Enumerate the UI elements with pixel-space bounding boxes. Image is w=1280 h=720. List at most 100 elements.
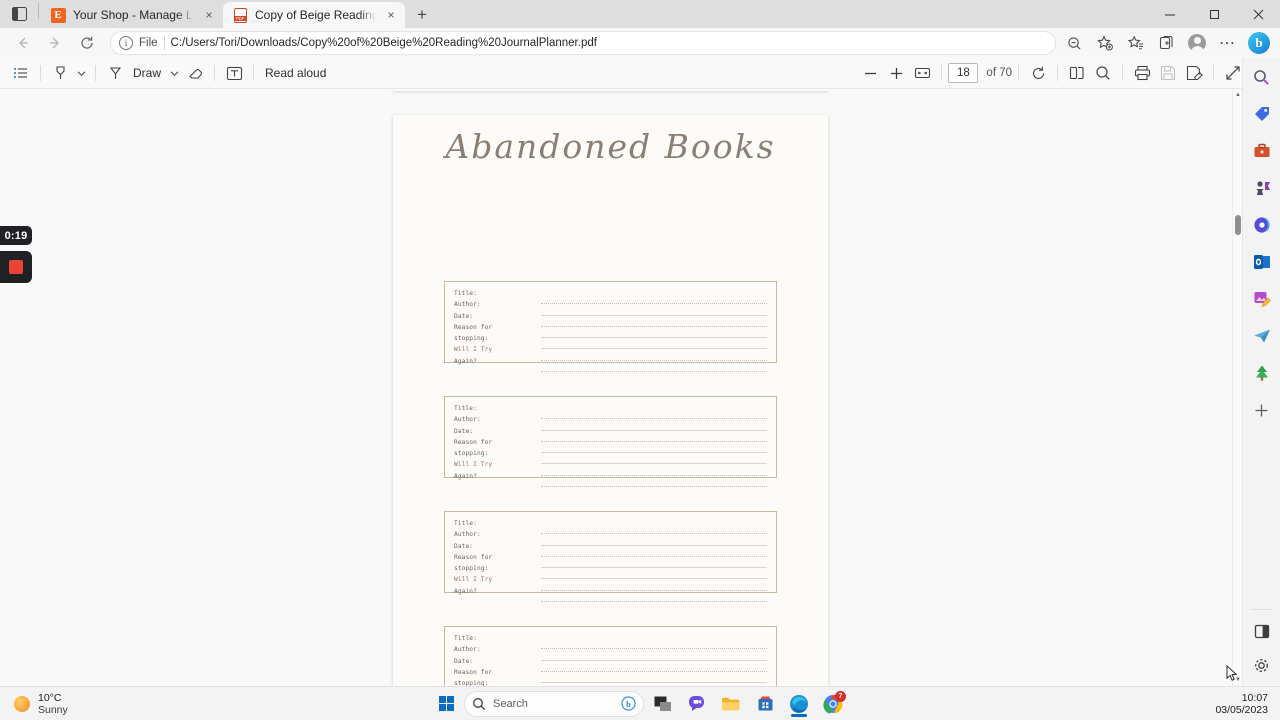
back-icon[interactable]: [8, 30, 38, 56]
entry-write-lines[interactable]: [541, 638, 767, 686]
sidebar-tools-briefcase-icon[interactable]: [1249, 138, 1275, 164]
zoom-out-omnibox-icon[interactable]: [1064, 33, 1084, 53]
entry-write-lines[interactable]: [541, 408, 767, 488]
sidebar-tree-icon[interactable]: [1249, 360, 1275, 386]
draw-dropdown-icon[interactable]: [166, 61, 182, 85]
sidebar-dropshare-icon[interactable]: [1249, 323, 1275, 349]
table-of-contents-icon[interactable]: [8, 61, 34, 85]
taskbar-chrome-icon[interactable]: 7: [818, 690, 848, 718]
entry-write-lines[interactable]: [541, 293, 767, 373]
minimize-button[interactable]: [1148, 0, 1192, 28]
taskbar-search-input[interactable]: Search b: [464, 690, 644, 717]
close-icon[interactable]: ×: [383, 7, 399, 23]
write-line[interactable]: [541, 557, 767, 569]
profile-avatar[interactable]: [1188, 34, 1206, 54]
toolbar-divider: [253, 65, 255, 81]
write-line[interactable]: [541, 534, 767, 546]
write-line[interactable]: [541, 638, 767, 650]
abandoned-book-entry-3[interactable]: Title: Author: Date: Reason for stopping…: [444, 511, 777, 603]
collections-icon[interactable]: [1157, 33, 1177, 53]
write-line[interactable]: [541, 361, 767, 373]
close-window-button[interactable]: [1236, 0, 1280, 28]
sidebar-image-editor-icon[interactable]: [1249, 286, 1275, 312]
write-line[interactable]: [541, 649, 767, 661]
write-line[interactable]: [541, 293, 767, 305]
erase-icon[interactable]: [182, 61, 208, 85]
abandoned-book-entry-1[interactable]: Title: Author: Date: Reason for stopping…: [444, 281, 777, 373]
vertical-scrollbar[interactable]: ▲ ▼: [1232, 89, 1242, 686]
write-line[interactable]: [541, 453, 767, 465]
taskbar-weather-widget[interactable]: 10°C Sunny: [0, 692, 68, 716]
write-line[interactable]: [541, 442, 767, 454]
write-line[interactable]: [541, 523, 767, 535]
abandoned-book-entry-4[interactable]: Title: Author: Date: Reason for stopping…: [444, 626, 777, 686]
draw-label[interactable]: Draw: [128, 66, 166, 80]
sidebar-shopping-tag-icon[interactable]: [1249, 101, 1275, 127]
zoom-in-button[interactable]: [883, 61, 909, 85]
write-line[interactable]: [541, 338, 767, 350]
tab-manager-icon[interactable]: [0, 0, 38, 28]
write-line[interactable]: [541, 419, 767, 431]
reload-icon[interactable]: [72, 30, 102, 56]
tab-pdf[interactable]: Copy of Beige Reading JournalPlanner.pdf…: [223, 2, 405, 28]
write-line[interactable]: [541, 327, 767, 339]
taskbar-task-view[interactable]: [648, 690, 678, 718]
add-text-icon[interactable]: [221, 61, 247, 85]
print-icon[interactable]: [1129, 61, 1155, 85]
taskbar-clock[interactable]: 10:07 03/05/2023: [1215, 692, 1268, 716]
sidebar-search-icon[interactable]: [1249, 64, 1275, 90]
sidebar-outlook-icon[interactable]: [1249, 249, 1275, 275]
write-line[interactable]: [541, 672, 767, 684]
taskbar-chat-icon[interactable]: [682, 690, 712, 718]
highlight-icon[interactable]: [47, 61, 73, 85]
write-line[interactable]: [541, 464, 767, 476]
write-line[interactable]: [541, 579, 767, 591]
write-line[interactable]: [541, 661, 767, 672]
write-line[interactable]: [541, 546, 767, 557]
draw-icon[interactable]: [102, 61, 128, 85]
abandoned-book-entry-2[interactable]: Title: Author: Date: Reason for stopping…: [444, 396, 777, 488]
write-line[interactable]: [541, 431, 767, 442]
save-as-icon[interactable]: [1181, 61, 1207, 85]
write-line[interactable]: [541, 591, 767, 603]
rotate-icon[interactable]: [1025, 61, 1051, 85]
stop-recording-button[interactable]: [0, 251, 32, 283]
page-view-icon[interactable]: [1064, 61, 1090, 85]
fit-to-page-icon[interactable]: [909, 61, 935, 85]
bing-chat-icon[interactable]: b: [1248, 32, 1270, 54]
write-line[interactable]: [541, 349, 767, 361]
sidebar-settings-icon[interactable]: [1249, 652, 1275, 678]
taskbar-edge-icon[interactable]: [784, 690, 814, 718]
forward-icon[interactable]: [40, 30, 70, 56]
write-line[interactable]: [541, 408, 767, 420]
page-number-input[interactable]: 18: [948, 63, 979, 83]
zoom-out-button[interactable]: [857, 61, 883, 85]
write-line[interactable]: [541, 304, 767, 316]
sidebar-games-icon[interactable]: [1249, 175, 1275, 201]
highlight-dropdown-icon[interactable]: [73, 61, 89, 85]
sidebar-split-screen-icon[interactable]: [1249, 618, 1275, 644]
add-favorite-icon[interactable]: [1095, 33, 1115, 53]
tab-etsy[interactable]: E Your Shop - Manage Listings - Etsy ×: [41, 2, 223, 28]
scrollbar-thumb[interactable]: [1235, 215, 1241, 235]
taskbar-microsoft-store-icon[interactable]: [750, 690, 780, 718]
read-aloud-button[interactable]: Read aloud: [260, 66, 331, 80]
taskbar-start-button[interactable]: [432, 690, 460, 718]
settings-and-more-icon[interactable]: ⋯: [1217, 33, 1237, 53]
maximize-button[interactable]: [1192, 0, 1236, 28]
taskbar-file-explorer-icon[interactable]: [716, 690, 746, 718]
write-line[interactable]: [541, 568, 767, 580]
url-input[interactable]: i File C:/Users/Tori/Downloads/Copy%20of…: [110, 31, 1056, 55]
site-info-icon[interactable]: i: [119, 36, 133, 50]
write-line[interactable]: [541, 316, 767, 327]
sidebar-microsoft365-icon[interactable]: [1249, 212, 1275, 238]
toolbar-divider: [95, 65, 96, 81]
new-tab-button[interactable]: +: [408, 2, 436, 28]
favorites-icon[interactable]: [1126, 33, 1146, 53]
write-line[interactable]: [541, 476, 767, 488]
search-pdf-icon[interactable]: [1090, 61, 1116, 85]
entry-write-lines[interactable]: [541, 523, 767, 603]
sidebar-add-icon[interactable]: [1249, 397, 1275, 423]
pdf-viewer[interactable]: Abandoned Books Title: Author: Date: Rea…: [0, 89, 1242, 686]
close-icon[interactable]: ×: [201, 7, 217, 23]
